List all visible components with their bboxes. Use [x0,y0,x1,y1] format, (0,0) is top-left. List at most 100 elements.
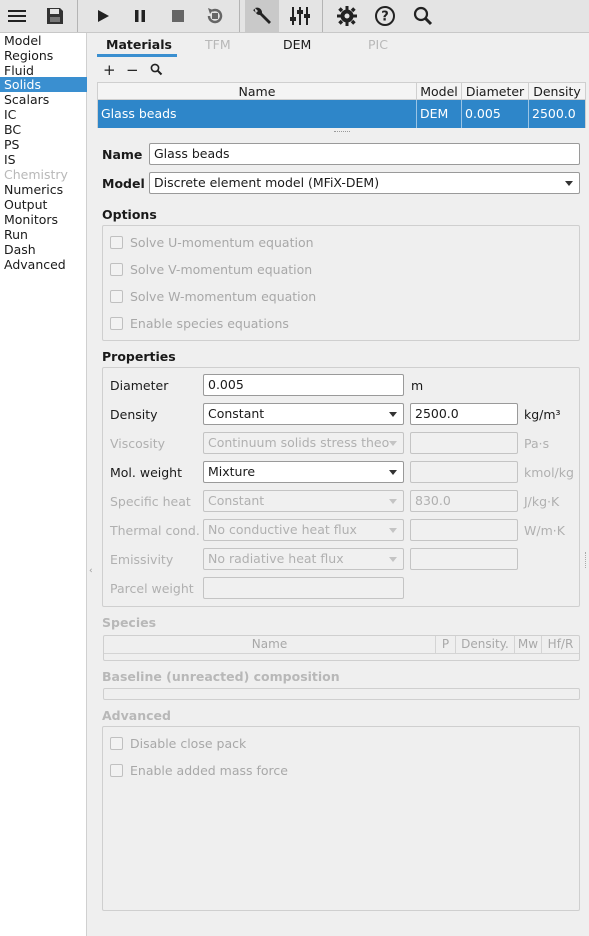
cell-diameter: 0.005 [462,100,529,128]
model-label: Model [102,176,145,191]
materials-table: Name Model Diameter Density Glass beads … [97,82,586,128]
reset-icon[interactable] [198,0,232,32]
toolbar: ? [0,0,589,33]
density-unit: kg/m³ [524,407,561,422]
table-row[interactable]: Glass beads DEM 0.005 2500.0 [98,100,585,128]
left-nav: Model Regions Fluid Solids Scalars IC BC… [0,33,87,936]
solids-pane: Materials TFM DEM PIC + − Name Model Dia… [91,33,586,936]
add-icon[interactable]: + [103,61,116,79]
pause-icon[interactable] [123,0,157,32]
wrench-icon[interactable] [245,0,279,32]
parcel-weight-input [203,577,404,599]
enable-species-checkbox: Enable species equations [110,316,289,331]
advanced-title: Advanced [102,708,171,723]
emissivity-label: Emissivity [110,552,174,567]
viscosity-input [410,432,518,454]
parcel-weight-label: Parcel weight [110,581,194,596]
species-col-density: Density. [456,636,515,653]
thermal-cond-select: No conductive heat flux [203,519,404,541]
species-col-mw: Mw [515,636,542,653]
density-select[interactable]: Constant [203,403,404,425]
viscosity-select: Continuum solids stress theo [203,432,404,454]
nav-item-ps[interactable]: PS [0,137,87,152]
species-col-name: Name [104,636,436,653]
nav-item-fluid[interactable]: Fluid [0,63,87,78]
enable-added-mass-checkbox: Enable added mass force [110,763,288,778]
specific-heat-select: Constant [203,490,404,512]
tab-dem[interactable]: DEM [283,37,311,52]
model-select[interactable]: Discrete element model (MFiX-DEM) [149,172,580,194]
nav-item-monitors[interactable]: Monitors [0,212,87,227]
nav-item-bc[interactable]: BC [0,122,87,137]
sliders-icon[interactable] [283,0,317,32]
column-header-diameter[interactable]: Diameter [462,83,529,100]
solve-u-momentum-checkbox: Solve U-momentum equation [110,235,314,250]
tab-pic: PIC [368,37,388,52]
properties-title: Properties [102,349,176,364]
mol-weight-unit: kmol/kg [524,465,574,480]
thermal-cond-input [410,519,518,541]
nav-item-dash[interactable]: Dash [0,242,87,257]
diameter-input[interactable]: 0.005 [203,374,404,396]
diameter-label: Diameter [110,378,169,393]
help-icon[interactable]: ? [368,0,402,32]
options-title: Options [102,207,157,222]
chevron-down-icon [389,557,397,562]
column-header-model[interactable]: Model [417,83,462,100]
emissivity-select: No radiative heat flux [203,548,404,570]
chevron-down-icon [389,528,397,533]
mol-weight-input [410,461,518,483]
specific-heat-input: 830.0 [410,490,518,512]
nav-item-run[interactable]: Run [0,227,87,242]
search-material-icon[interactable] [150,63,163,76]
chevron-down-icon [565,181,573,186]
species-table: Name P Density. Mw Hf/R [103,635,580,661]
stop-icon[interactable] [161,0,195,32]
baseline-table [103,688,580,700]
cell-name: Glass beads [98,100,417,128]
nav-item-scalars[interactable]: Scalars [0,92,87,107]
nav-item-output[interactable]: Output [0,197,87,212]
species-col-p: P [436,636,456,653]
nav-item-chemistry: Chemistry [4,167,68,182]
menu-icon[interactable] [0,0,34,32]
nav-item-advanced[interactable]: Advanced [0,257,87,272]
tab-materials[interactable]: Materials [106,37,172,52]
model-select-value: Discrete element model (MFiX-DEM) [154,175,380,190]
nav-item-solids[interactable]: Solids [0,77,87,92]
density-label: Density [110,407,158,422]
mol-weight-select[interactable]: Mixture [203,461,404,483]
active-tab-indicator [97,54,177,57]
play-icon[interactable] [86,0,120,32]
thermal-cond-unit: W/m⋅K [524,523,565,538]
remove-icon[interactable]: − [126,61,139,79]
right-splitter-handle[interactable] [585,552,588,568]
baseline-title: Baseline (unreacted) composition [102,669,340,684]
nav-item-is[interactable]: IS [0,152,87,167]
nav-item-numerics[interactable]: Numerics [0,182,87,197]
chevron-down-icon [389,470,397,475]
advanced-group [102,726,580,911]
chevron-down-icon [389,441,397,446]
nav-item-model[interactable]: Model [0,33,87,48]
name-label: Name [102,147,143,162]
solve-w-momentum-checkbox: Solve W-momentum equation [110,289,316,304]
species-col-hfr: Hf/R [547,637,574,651]
nav-item-ic[interactable]: IC [0,107,87,122]
disable-close-pack-checkbox: Disable close pack [110,736,246,751]
table-resize-handle[interactable] [334,131,350,133]
specific-heat-label: Specific heat [110,494,191,509]
save-icon[interactable] [38,0,72,32]
column-header-density[interactable]: Density [529,83,585,100]
nav-item-regions[interactable]: Regions [0,48,87,63]
chevron-down-icon [389,499,397,504]
gear-icon[interactable] [330,0,364,32]
cell-density: 2500.0 [532,106,576,121]
specific-heat-unit: J/kg⋅K [524,494,560,509]
column-header-name[interactable]: Name [98,83,417,100]
search-icon[interactable] [406,0,440,32]
density-input[interactable]: 2500.0 [410,403,518,425]
name-input[interactable]: Glass beads [149,143,580,165]
species-title: Species [102,615,157,630]
thermal-cond-label: Thermal cond. [110,523,200,538]
